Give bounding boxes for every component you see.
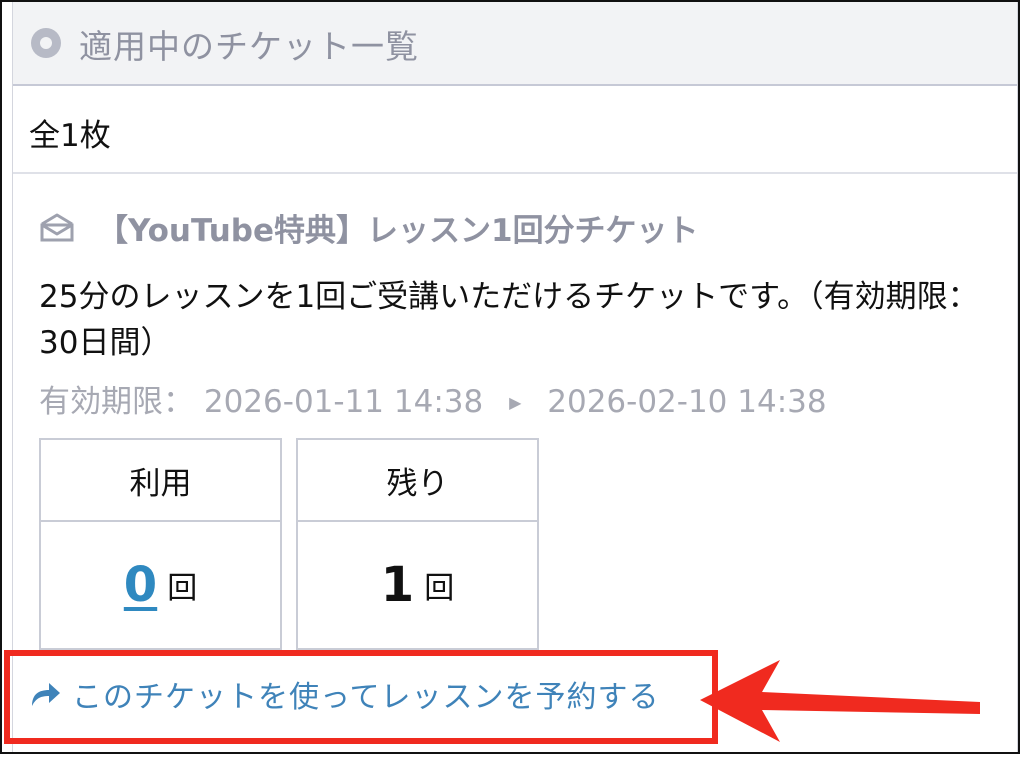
remaining-unit: 回 xyxy=(424,571,455,606)
panel-header: 適用中のチケット一覧 xyxy=(13,2,1017,86)
panel-title: 適用中のチケット一覧 xyxy=(79,27,419,66)
ticket-title: 【YouTube特典】レッスン1回分チケット xyxy=(97,213,699,249)
used-unit: 回 xyxy=(167,571,198,606)
ticket-icon xyxy=(40,213,74,242)
ticket-count-row: 全1枚 xyxy=(13,86,1017,174)
ticket-list-panel: 適用中のチケット一覧 全1枚 【YouTube特典】レッスン1回分チケット 25… xyxy=(12,2,1018,752)
radio-icon xyxy=(31,28,61,58)
validity-start: 2026-01-11 14:38 xyxy=(203,384,484,420)
validity-end: 2026-02-10 14:38 xyxy=(547,384,827,420)
book-lesson-link[interactable]: このチケットを使ってレッスンを予約する xyxy=(28,672,660,716)
used-count-link[interactable]: 0 xyxy=(124,557,157,613)
play-arrow-icon: ▶ xyxy=(509,393,522,412)
used-cell: 0回 xyxy=(39,520,282,650)
remaining-header: 残り xyxy=(296,438,539,520)
remaining-count: 1 xyxy=(380,557,415,613)
ticket-count: 全1枚 xyxy=(29,118,111,154)
ticket-description: 25分のレッスンを1回ご受講いただけるチケットです。（有効期限：30日間） xyxy=(39,279,979,361)
validity-period: 有効期限： 2026-01-11 14:38 ▶ 2026-02-10 14:3… xyxy=(39,376,827,421)
usage-table: 利用 残り 0回 1回 xyxy=(25,438,553,650)
validity-label: 有効期限： xyxy=(39,384,194,420)
annotation-arrow-icon xyxy=(700,660,980,742)
remaining-cell: 1回 xyxy=(296,520,539,650)
used-header: 利用 xyxy=(39,438,282,520)
book-lesson-label: このチケットを使ってレッスンを予約する xyxy=(72,680,660,715)
share-arrow-icon xyxy=(32,683,60,706)
